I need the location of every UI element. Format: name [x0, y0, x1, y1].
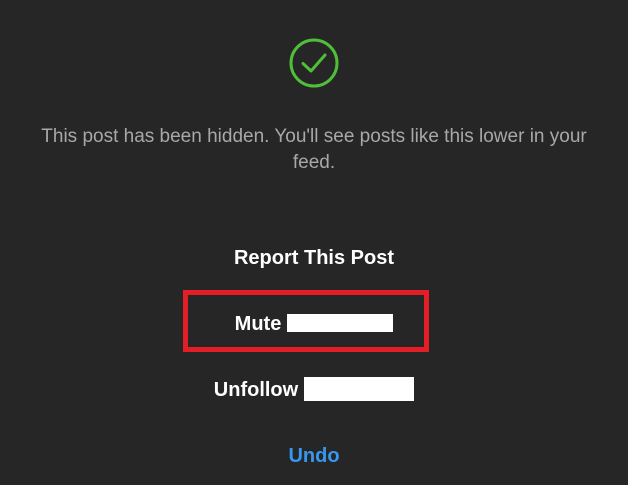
unfollow-label: Unfollow: [213, 379, 299, 401]
check-circle-icon: [289, 38, 339, 88]
report-post-label: Report This Post: [233, 247, 394, 269]
undo-button[interactable]: Undo: [0, 443, 628, 469]
undo-label: Undo: [288, 445, 340, 467]
hidden-post-message: This post has been hidden. You'll see po…: [41, 126, 587, 173]
report-post-button[interactable]: Report This Post: [0, 245, 628, 271]
highlight-box: [183, 290, 429, 352]
redacted-username: [304, 376, 415, 401]
unfollow-account-button[interactable]: Unfollow: [0, 376, 628, 403]
post-hidden-panel: This post has been hidden. You'll see po…: [0, 0, 628, 485]
